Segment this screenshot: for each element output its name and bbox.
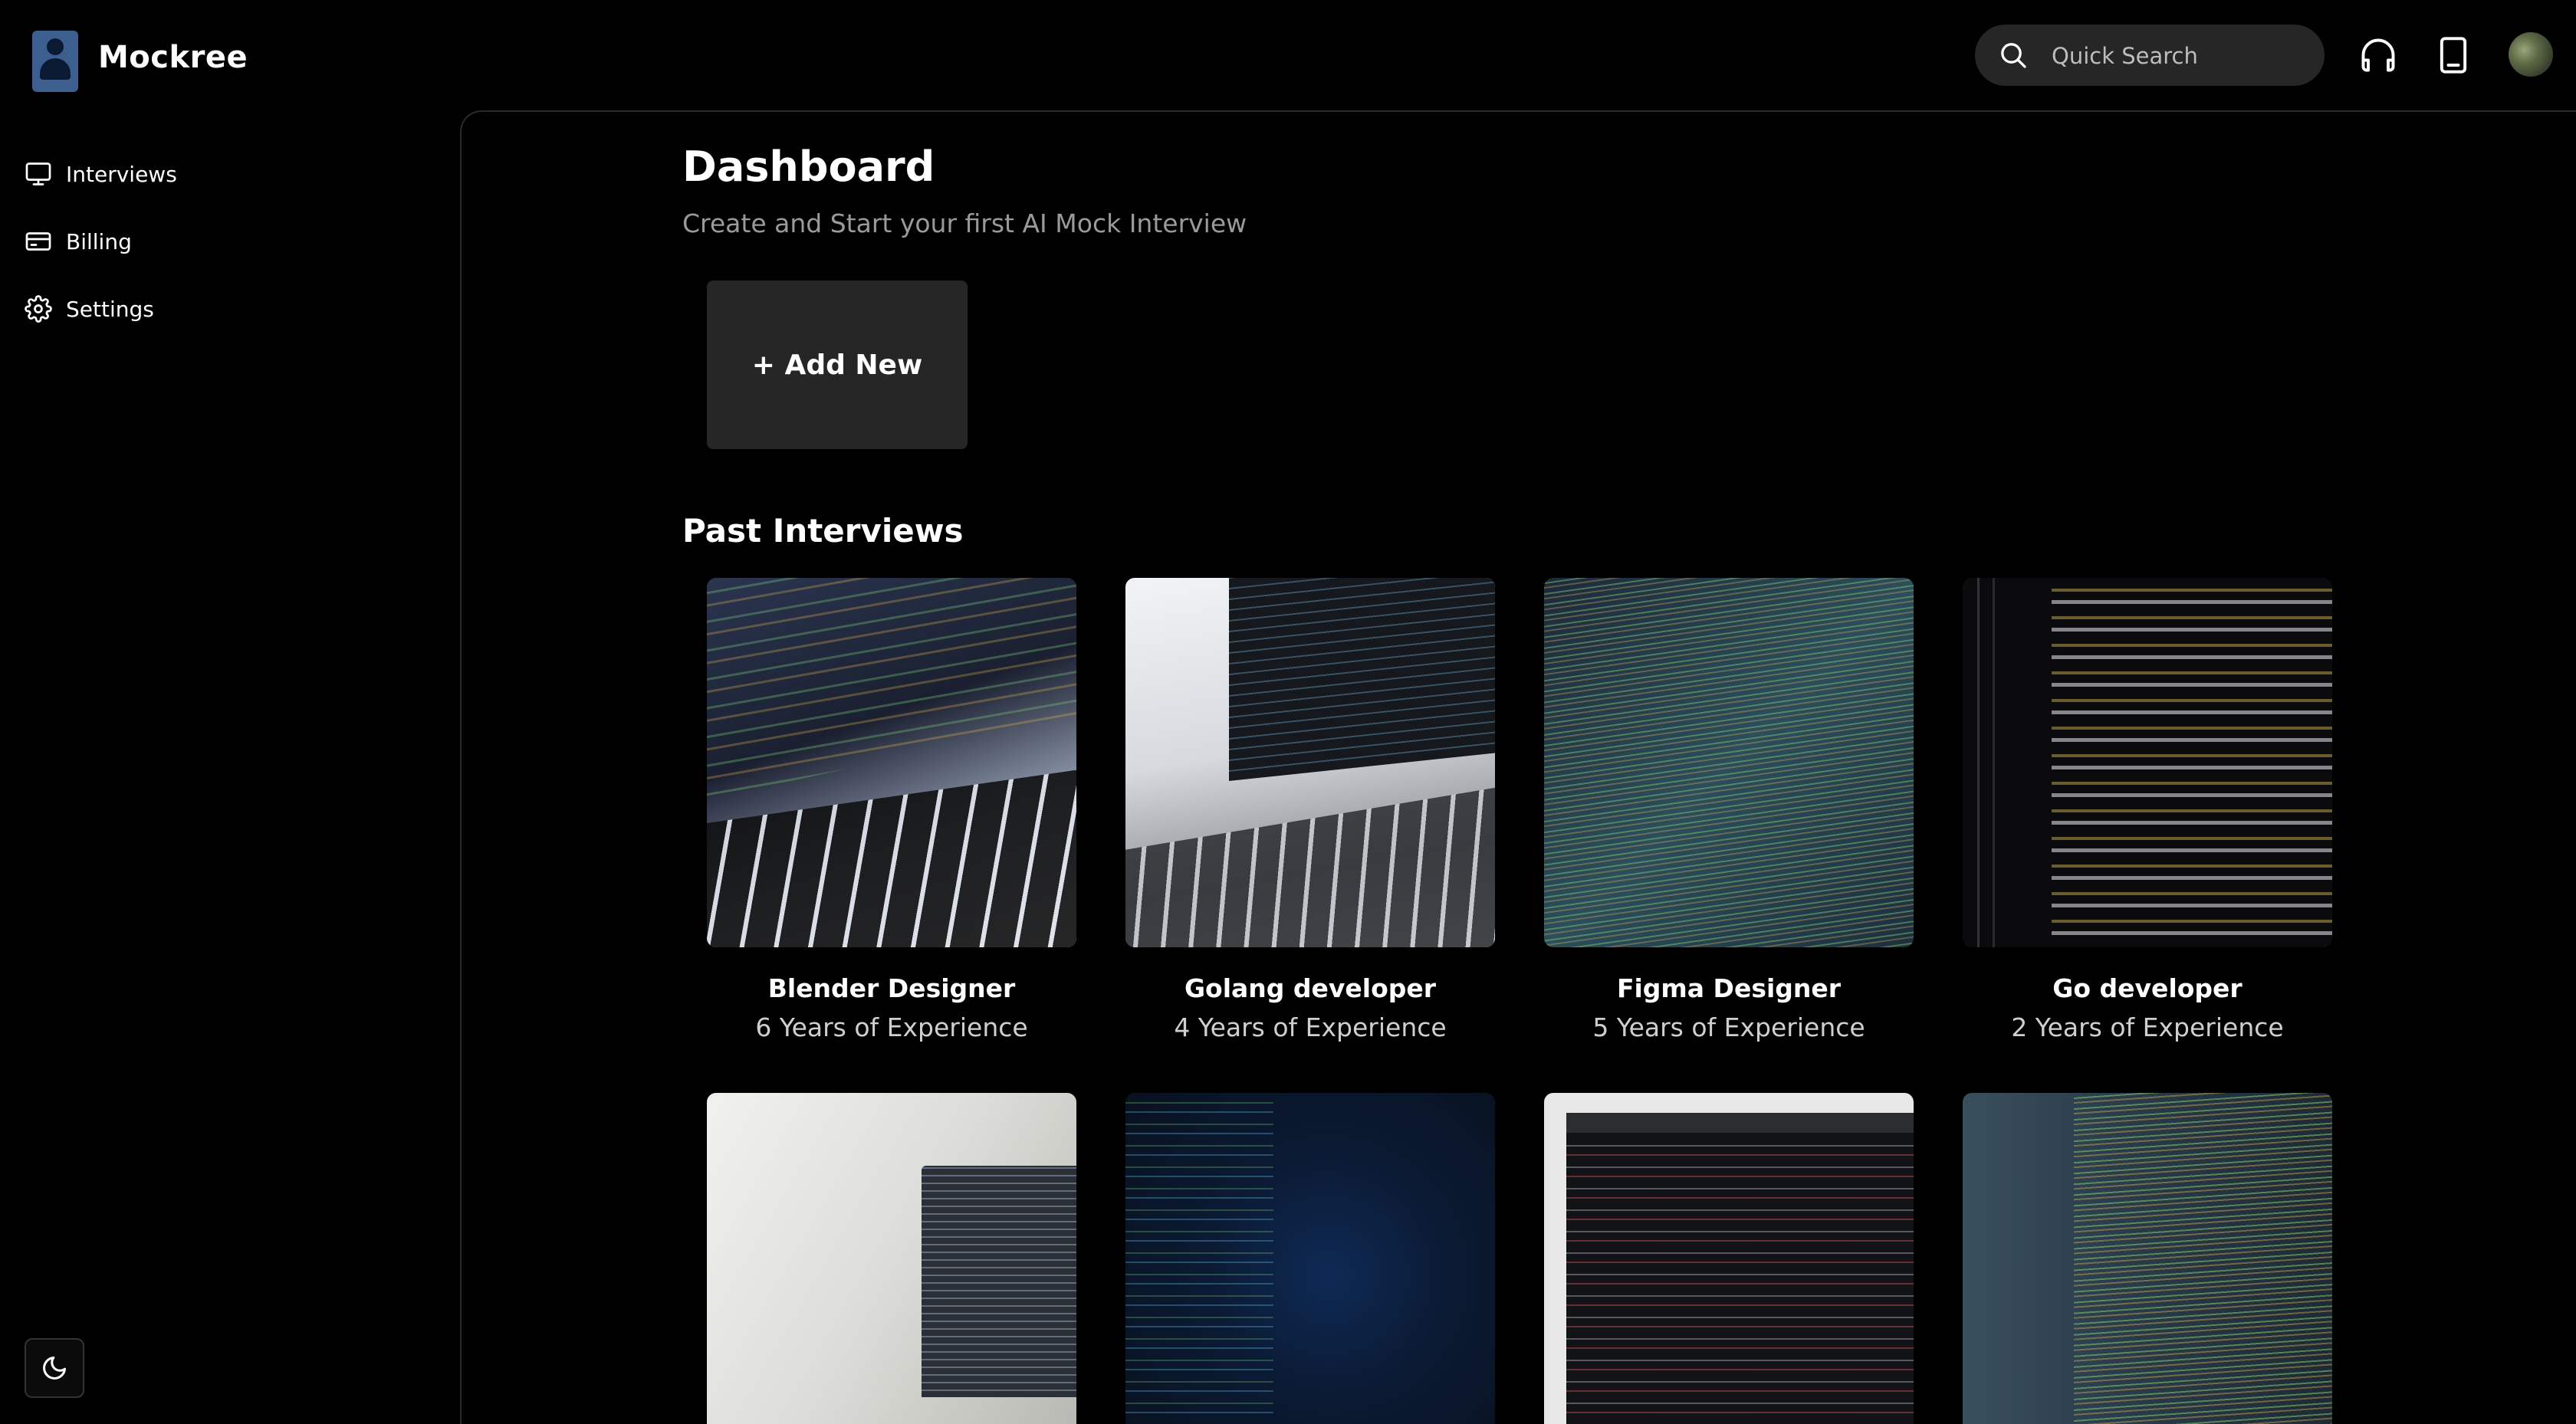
sidebar-item-billing[interactable]: Billing [25, 222, 132, 261]
interview-thumbnail [1963, 578, 2332, 947]
interview-experience: 4 Years of Experience [1174, 1012, 1447, 1042]
interview-role: Go developer [2052, 973, 2242, 1003]
interview-card[interactable]: Golang developer 4 Years of Experience [1125, 578, 1495, 1042]
add-new-interview-button[interactable]: + Add New [707, 281, 968, 449]
interview-thumbnail [1544, 1093, 1914, 1424]
quick-search[interactable] [1975, 25, 2325, 87]
sidebar-item-label: Interviews [66, 161, 177, 187]
interview-experience: 6 Years of Experience [755, 1012, 1028, 1042]
sidebar-item-label: Billing [66, 228, 132, 254]
logo-body-shape [40, 58, 71, 80]
headphones-icon[interactable] [2354, 31, 2403, 80]
sidebar-item-interviews[interactable]: Interviews [25, 155, 177, 193]
interview-role: Blender Designer [767, 973, 1016, 1003]
gear-icon [25, 295, 52, 323]
interview-thumbnail [707, 1093, 1076, 1424]
interview-role: Golang developer [1184, 973, 1437, 1003]
interview-thumbnail [1125, 578, 1495, 947]
search-icon [2001, 43, 2026, 68]
page-title: Dashboard [682, 143, 935, 191]
interview-card[interactable] [1125, 1093, 1495, 1424]
interview-thumbnail [1544, 578, 1914, 947]
interview-card[interactable]: Go developer 2 Years of Experience [1963, 578, 2332, 1042]
interview-thumbnail [1963, 1093, 2332, 1424]
interview-card[interactable] [1963, 1093, 2332, 1424]
user-avatar[interactable] [2509, 32, 2553, 77]
sidebar-item-label: Settings [66, 296, 154, 322]
search-input[interactable] [2050, 25, 2306, 87]
sidebar-item-settings[interactable]: Settings [25, 290, 154, 328]
interview-thumbnail [1125, 1093, 1495, 1424]
tablet-icon[interactable] [2429, 31, 2478, 80]
logo-head-shape [47, 38, 64, 55]
interview-card[interactable] [707, 1093, 1076, 1424]
interview-card[interactable]: Blender Designer 6 Years of Experience [707, 578, 1076, 1042]
page-subtitle: Create and Start your first AI Mock Inte… [682, 208, 1247, 238]
theme-toggle-button[interactable] [25, 1338, 84, 1398]
monitor-icon [25, 162, 51, 185]
app-logo[interactable] [32, 31, 78, 92]
brand-name[interactable]: Mockree [98, 40, 248, 75]
moon-icon [43, 1357, 66, 1380]
interview-card[interactable] [1544, 1093, 1914, 1424]
interview-card[interactable]: Figma Designer 5 Years of Experience [1544, 578, 1914, 1042]
interview-role: Figma Designer [1616, 973, 1842, 1003]
past-interviews-heading: Past Interviews [682, 512, 964, 550]
interview-thumbnail [707, 578, 1076, 947]
interview-experience: 2 Years of Experience [2011, 1012, 2284, 1042]
credit-card-icon [25, 232, 51, 251]
interview-experience: 5 Years of Experience [1592, 1012, 1865, 1042]
